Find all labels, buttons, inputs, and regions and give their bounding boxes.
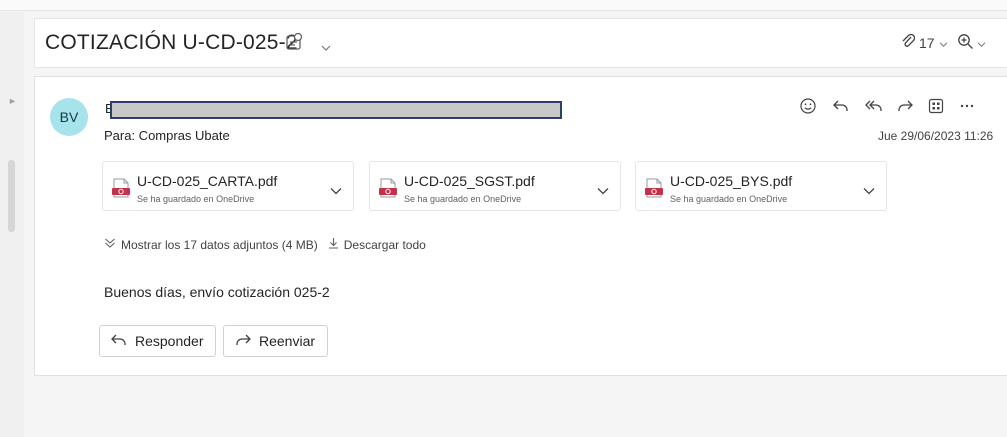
attachment-status: Se ha guardado en OneDrive [137,194,255,204]
email-body: Buenos días, envío cotización 025-2 [104,284,330,300]
reply-label: Responder [135,333,204,349]
download-icon[interactable] [328,237,339,252]
expand-icon[interactable] [104,237,116,252]
message-toolbar [795,95,979,117]
chevron-down-icon [977,35,986,53]
forward-icon [234,332,252,351]
zoom-button[interactable] [957,33,986,55]
attachment-status: Se ha guardado en OneDrive [404,194,522,204]
attachment-name: U-CD-025_CARTA.pdf [137,173,278,189]
redacted-sender [110,101,562,119]
attachment-card[interactable]: U-CD-025_SGST.pdf Se ha guardado en OneD… [369,161,621,211]
summary-icon[interactable] [285,32,305,57]
chevron-down-icon[interactable] [597,182,609,200]
chevron-down-icon [939,35,948,51]
download-all-link[interactable]: Descargar todo [344,238,426,252]
zoom-icon [957,33,974,55]
sent-date: Jue 29/06/2023 11:26 [878,129,994,143]
attachment-card[interactable]: U-CD-025_CARTA.pdf Se ha guardado en One… [102,161,354,211]
collapse-arrow-icon[interactable]: ► [8,96,17,106]
apps-icon[interactable] [923,95,948,117]
emoji-icon[interactable] [795,95,820,117]
reply-icon[interactable] [828,95,853,117]
avatar[interactable]: BV [50,98,88,136]
email-subject: COTIZACIÓN U-CD-025-2 [45,31,298,54]
pdf-icon [379,178,397,203]
message-list-pane: ► [0,12,24,437]
chevron-down-icon[interactable] [330,182,342,200]
chevron-down-icon[interactable] [321,39,331,57]
subject-bar: COTIZACIÓN U-CD-025-2 17 [34,18,1007,68]
recipient-line[interactable]: Para: Compras Ubate [104,128,230,143]
paperclip-icon [901,33,916,52]
attachment-name: U-CD-025_SGST.pdf [404,173,535,189]
attachment-name: U-CD-025_BYS.pdf [670,173,793,189]
email-card: BV B Para: Compras Ubate Jue 29/06/2023 … [34,76,1007,376]
reply-all-icon[interactable] [861,95,886,117]
chevron-down-icon[interactable] [863,182,875,200]
attachment-count: 17 [919,34,935,51]
reply-icon [110,332,128,351]
reply-button[interactable]: Responder [99,325,216,357]
forward-button[interactable]: Reenviar [223,325,328,357]
more-icon[interactable] [954,95,979,117]
pdf-icon [112,178,130,203]
scrollbar[interactable] [8,160,15,232]
pdf-icon [645,178,663,203]
forward-label: Reenviar [259,333,316,349]
attachments-actions: Mostrar los 17 datos adjuntos (4 MB) Des… [104,237,426,252]
top-strip [0,0,1007,11]
attachment-status: Se ha guardado en OneDrive [670,194,788,204]
show-all-attachments-link[interactable]: Mostrar los 17 datos adjuntos (4 MB) [121,238,318,252]
forward-icon[interactable] [892,95,917,117]
attachment-count-button[interactable]: 17 [901,33,948,52]
attachment-card[interactable]: U-CD-025_BYS.pdf Se ha guardado en OneDr… [635,161,887,211]
